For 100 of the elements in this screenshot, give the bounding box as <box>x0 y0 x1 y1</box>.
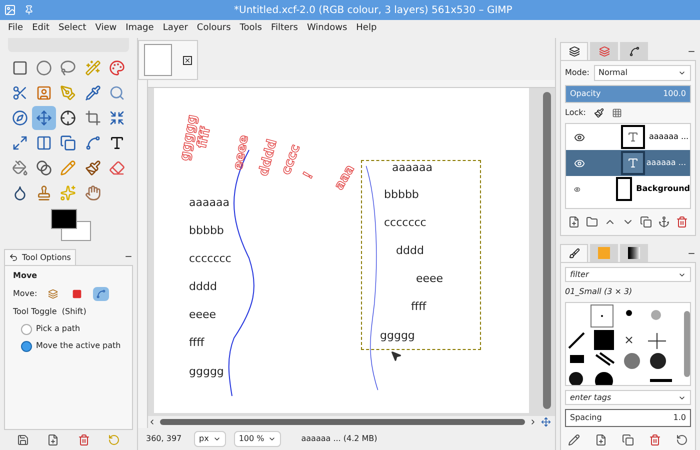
clone-stamp-icon <box>36 185 52 201</box>
move-icon <box>36 110 52 126</box>
chevron-down-icon <box>268 435 276 443</box>
brush-scrollbar[interactable] <box>684 311 690 377</box>
color-select-icon <box>108 60 125 76</box>
magic-wand-icon <box>84 60 101 76</box>
close-icon[interactable] <box>182 56 192 64</box>
radio-button[interactable] <box>21 340 32 352</box>
paths-tab[interactable] <box>620 42 648 60</box>
layer-row[interactable]: aaaaaa ... <box>566 150 690 176</box>
spacing-field[interactable]: Spacing 1.0 <box>565 409 691 427</box>
menu-item[interactable]: Help <box>356 22 377 36</box>
rectangle-select-icon <box>12 60 28 76</box>
bucket-fill-icon <box>12 160 28 176</box>
eraser-icon <box>108 160 125 176</box>
horizontal-scrollbar[interactable] <box>160 419 525 425</box>
canvas-text: ccccccc <box>189 253 232 264</box>
window-title: *Untitled.xcf-2.0 (RGB colour, 3 layers) 561x530 – GIMP <box>234 4 512 18</box>
crop-icon <box>84 110 101 126</box>
menu-item[interactable]: Windows <box>306 22 348 36</box>
chevron-down-icon <box>678 69 686 77</box>
pipette-icon <box>84 85 101 101</box>
vertical-scrollbar[interactable] <box>543 92 551 409</box>
opacity-value: 100.0 <box>663 88 686 100</box>
menu-item[interactable]: Edit <box>32 22 50 36</box>
layer-name: aaaaaa ... <box>646 157 686 169</box>
paths-icon <box>628 46 640 56</box>
app-icon <box>4 4 16 16</box>
tool-name: Move <box>13 270 38 282</box>
lock-label: Lock: <box>565 107 586 119</box>
navigate-icon[interactable] <box>541 417 551 427</box>
menu-item[interactable]: Colours <box>196 22 231 36</box>
radio-label: Pick a path <box>36 323 80 335</box>
duplicate-icon <box>622 434 634 446</box>
menu-item[interactable]: View <box>95 22 117 36</box>
layer-thumbnail <box>616 177 632 201</box>
unit-dropdown[interactable]: px <box>194 431 226 447</box>
canvas-text: aaaaaa <box>189 197 230 208</box>
ink-icon <box>12 185 28 201</box>
ellipse-select-icon <box>36 60 52 76</box>
delete-icon <box>676 216 688 228</box>
scissors-icon <box>12 85 28 101</box>
radio-button[interactable] <box>21 324 32 334</box>
selection-mode-icon <box>72 289 82 299</box>
menu-item[interactable]: Select <box>58 22 86 36</box>
menu-item[interactable]: Filters <box>270 22 298 36</box>
move-mode-button[interactable] <box>93 287 110 301</box>
gradients-tab[interactable] <box>620 244 648 262</box>
visibility-eye-icon[interactable] <box>574 132 585 142</box>
lock-pixels-icon[interactable] <box>594 108 604 118</box>
paintbrush-icon <box>84 160 101 176</box>
layer-name: Background <box>636 183 690 195</box>
delete-icon <box>649 434 661 446</box>
compass-icon <box>12 110 28 126</box>
gradient-swatch-icon <box>628 247 640 259</box>
tool-options-icon <box>9 253 18 262</box>
anchor-icon <box>658 216 670 228</box>
menu-item[interactable]: File <box>8 22 24 36</box>
new-document-icon <box>47 434 60 446</box>
layers-tab[interactable] <box>560 42 588 60</box>
filter-dropdown[interactable]: filter <box>565 267 691 282</box>
brush-icon <box>568 248 580 259</box>
mode-label: Mode: <box>565 67 590 79</box>
new-brush-icon <box>595 434 607 446</box>
canvas-text: dddd <box>396 245 424 256</box>
lock-alpha-icon[interactable] <box>612 108 622 118</box>
text-layer-icon <box>627 157 639 169</box>
canvas-text: eeee <box>416 273 444 284</box>
tags-dropdown[interactable]: enter tags <box>565 390 691 405</box>
transform-icon <box>108 110 125 126</box>
brushes-tab[interactable] <box>560 244 588 262</box>
tool-options-tab[interactable]: Tool Options <box>4 249 76 265</box>
mode-dropdown[interactable]: Normal <box>594 65 691 81</box>
menu-item[interactable]: Image <box>126 22 154 36</box>
mouse-cursor-icon <box>390 350 402 362</box>
status-message: aaaaaa ... (4.2 MB) <box>301 433 378 445</box>
opacity-label: Opacity <box>570 88 601 100</box>
scroll-left-icon[interactable] <box>148 418 156 426</box>
pointer-coordinates: 360, 397 <box>146 433 183 445</box>
refresh-icon <box>676 434 688 446</box>
radio-label: Move the active path <box>36 340 121 352</box>
menu-item[interactable]: Layer <box>162 22 188 36</box>
canvas-text: ggggg <box>189 366 224 377</box>
lasso-icon <box>60 60 76 76</box>
zoom-dropdown[interactable]: 100 % <box>234 431 282 447</box>
image-thumbnail <box>144 44 172 76</box>
layer-name: aaaaaa ... <box>649 131 689 143</box>
layers-icon <box>568 46 580 57</box>
scroll-right-icon[interactable] <box>529 418 537 426</box>
brush-name: 01_Small (3 × 3) <box>565 286 634 298</box>
pen-tool-icon <box>60 85 76 101</box>
menu-item[interactable]: Tools <box>240 22 262 36</box>
chevron-down-icon <box>212 435 221 443</box>
outlined-text: eeee <box>230 134 253 172</box>
pin-icon[interactable] <box>24 5 34 15</box>
pencil-icon <box>60 160 76 176</box>
canvas-text: ffff <box>411 301 426 312</box>
spacing-value: 1.0 <box>673 412 686 424</box>
reset-icon <box>108 434 120 446</box>
path-mode-icon <box>96 289 106 299</box>
